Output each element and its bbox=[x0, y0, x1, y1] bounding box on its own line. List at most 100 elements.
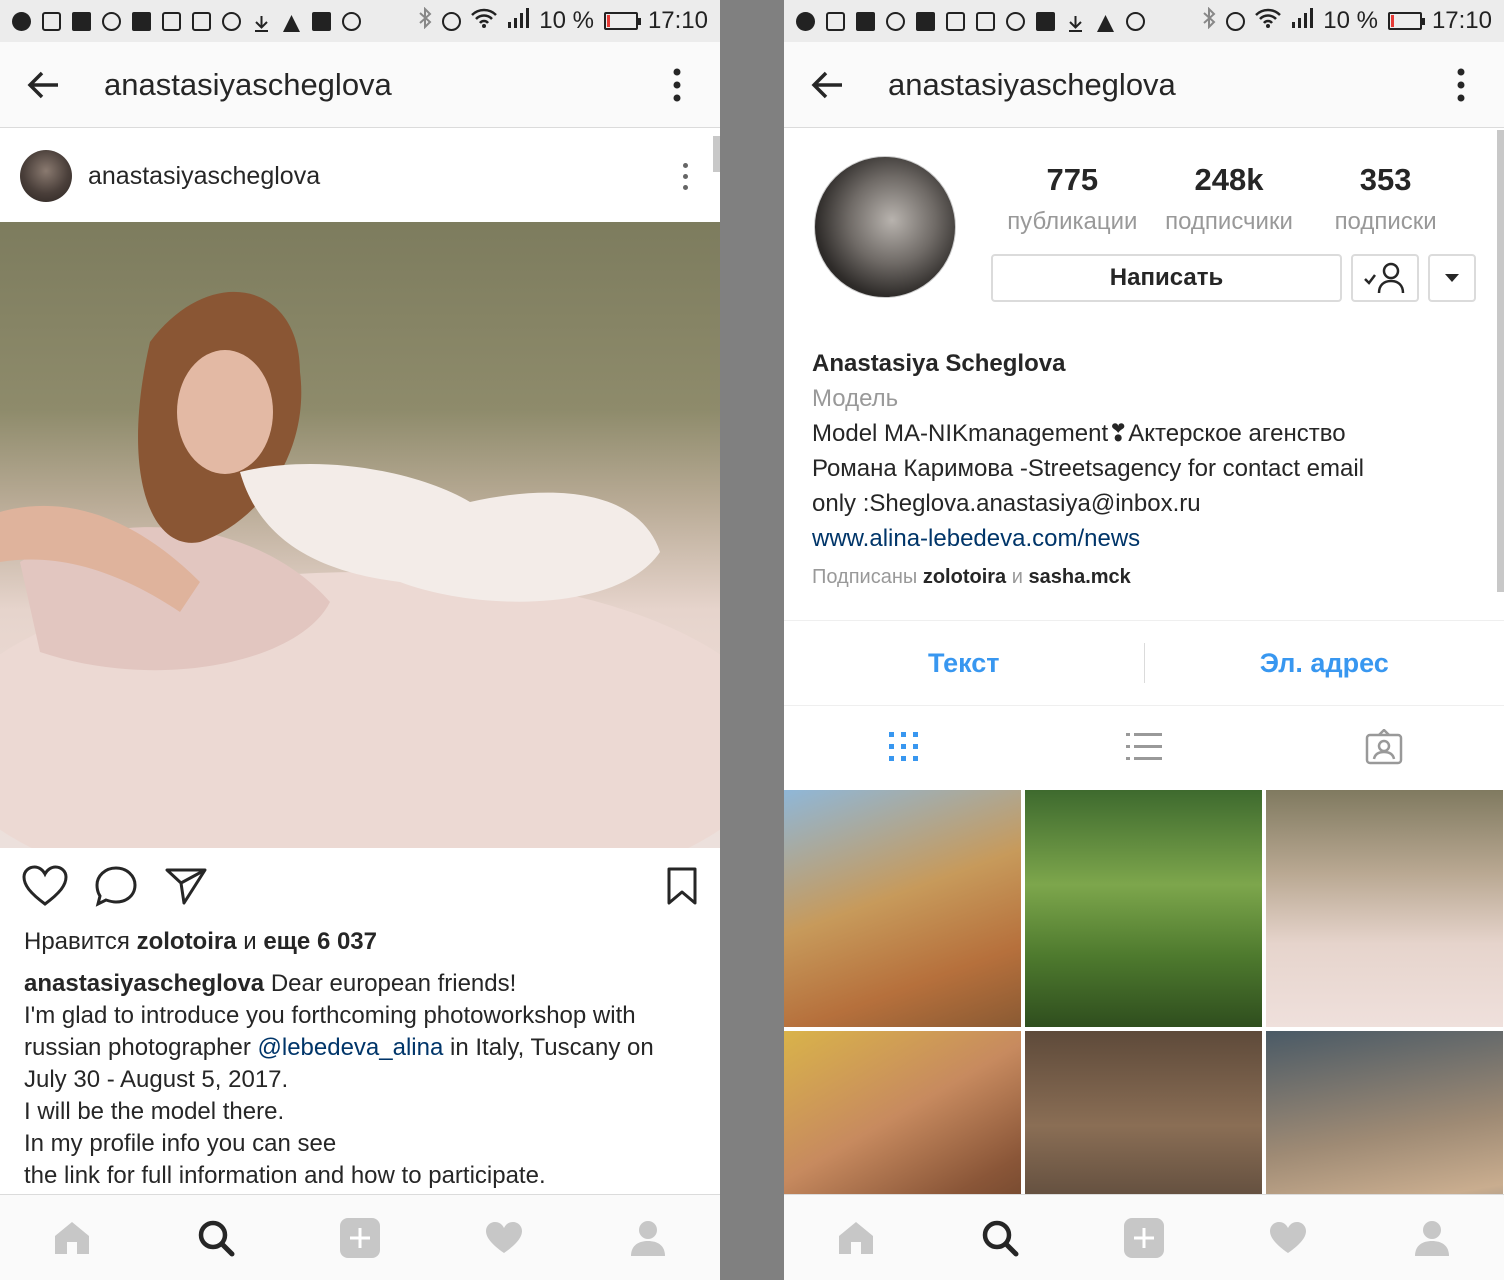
telegram-icon bbox=[796, 11, 815, 31]
contact-email-button[interactable]: Эл. адрес bbox=[1145, 648, 1504, 679]
followed-user[interactable]: sasha.mck bbox=[1028, 566, 1130, 588]
arrow-left-icon bbox=[27, 71, 58, 98]
bio-text: Романа Каримова -Streetsagency for conta… bbox=[812, 455, 1364, 482]
more-options-button[interactable] bbox=[634, 42, 720, 128]
grid-photo[interactable] bbox=[1266, 790, 1503, 1027]
likes-count[interactable]: еще 6 037 bbox=[263, 928, 377, 955]
bio-website-link[interactable]: www.alina-lebedeva.com/news bbox=[812, 521, 1474, 556]
stat-following[interactable]: 353 подписки bbox=[1308, 162, 1464, 236]
liked-by-user[interactable]: zolotoira bbox=[137, 928, 237, 955]
alarm-off-icon bbox=[1006, 11, 1025, 31]
save-button[interactable] bbox=[666, 866, 698, 911]
clock: 17:10 bbox=[647, 7, 708, 34]
tab-search[interactable] bbox=[186, 1208, 246, 1268]
dot bbox=[682, 184, 688, 190]
search-icon bbox=[982, 1220, 1019, 1256]
tab-list-view[interactable] bbox=[1024, 706, 1264, 788]
app-icon bbox=[826, 11, 845, 31]
image-icon bbox=[1036, 11, 1055, 31]
back-button[interactable] bbox=[0, 42, 86, 128]
scrollbar[interactable] bbox=[713, 136, 720, 172]
bookmark-icon bbox=[667, 867, 697, 904]
tab-home[interactable] bbox=[42, 1208, 102, 1268]
whatsapp-icon bbox=[886, 11, 905, 31]
home-icon bbox=[839, 1221, 873, 1254]
profile-actions: Написать bbox=[991, 254, 1476, 302]
plus-square-icon bbox=[340, 1217, 380, 1258]
caption-text: I'm glad to introduce you forthcoming ph… bbox=[24, 1002, 636, 1029]
notification-icons bbox=[796, 11, 1145, 32]
message-icon bbox=[162, 11, 181, 31]
tab-profile[interactable] bbox=[1402, 1208, 1462, 1268]
profile-avatar[interactable] bbox=[814, 156, 956, 298]
scrollbar[interactable] bbox=[1497, 130, 1504, 592]
tagged-icon bbox=[1365, 729, 1403, 765]
battery-icon bbox=[603, 12, 641, 30]
heart-icon bbox=[486, 1221, 522, 1253]
search-icon bbox=[198, 1220, 235, 1256]
tab-search[interactable] bbox=[970, 1208, 1030, 1268]
following-button[interactable] bbox=[1351, 254, 1419, 302]
notification-icons bbox=[12, 11, 361, 32]
likes-summary[interactable]: Нравится zolotoira и еще 6 037 bbox=[24, 928, 377, 956]
suggestions-dropdown-button[interactable] bbox=[1428, 254, 1476, 302]
gmail-icon bbox=[132, 11, 151, 31]
grid-photo[interactable] bbox=[1025, 790, 1262, 1027]
gmail-icon bbox=[916, 11, 935, 31]
message-button[interactable]: Написать bbox=[991, 254, 1342, 302]
like-button[interactable] bbox=[22, 864, 68, 912]
more-vertical-icon bbox=[673, 68, 681, 101]
bottom-tab-bar bbox=[784, 1194, 1504, 1280]
post-photo[interactable] bbox=[0, 222, 720, 848]
tab-new-post[interactable] bbox=[1114, 1208, 1174, 1268]
caption-username[interactable]: anastasiyascheglova bbox=[24, 970, 264, 997]
status-bar: 10 % 17:10 bbox=[0, 0, 720, 42]
post-more-button[interactable] bbox=[670, 162, 700, 190]
person-icon bbox=[631, 1220, 665, 1256]
bio-text: Model MA-NIKmanagement❣Актерское агенств… bbox=[812, 420, 1346, 447]
contact-options: Текст Эл. адрес bbox=[784, 620, 1504, 706]
contact-text-button[interactable]: Текст bbox=[784, 648, 1144, 679]
stat-label: публикации bbox=[1007, 208, 1138, 235]
stat-posts[interactable]: 775 публикации bbox=[994, 162, 1150, 236]
more-vertical-icon bbox=[1457, 68, 1465, 101]
caption-mention[interactable]: @lebedeva_alina bbox=[258, 1034, 444, 1061]
dot bbox=[682, 162, 688, 168]
alarm-icon bbox=[1226, 11, 1246, 31]
battery-percent: 10 % bbox=[1323, 7, 1378, 34]
heart-icon bbox=[22, 864, 68, 906]
signal-icon bbox=[1291, 7, 1314, 35]
share-button[interactable] bbox=[164, 866, 208, 911]
more-notifications-icon bbox=[342, 11, 361, 31]
tab-activity[interactable] bbox=[1258, 1208, 1318, 1268]
list-icon bbox=[1126, 733, 1162, 760]
avatar[interactable] bbox=[20, 150, 72, 202]
tab-profile[interactable] bbox=[618, 1208, 678, 1268]
wifi-icon bbox=[1255, 7, 1282, 35]
alarm-icon bbox=[442, 11, 462, 31]
whatsapp-icon bbox=[102, 11, 121, 31]
grid-photo[interactable] bbox=[784, 790, 1021, 1027]
stat-followers[interactable]: 248k подписчики bbox=[1151, 162, 1307, 236]
followed-user[interactable]: zolotoira bbox=[923, 566, 1006, 588]
tab-grid-view[interactable] bbox=[784, 706, 1024, 788]
stat-label: подписчики bbox=[1165, 208, 1293, 235]
alert-icon bbox=[976, 11, 995, 31]
followed-prefix: Подписаны bbox=[812, 566, 918, 588]
followed-by[interactable]: Подписаны zolotoira и sasha.mck bbox=[812, 560, 1474, 595]
clock: 17:10 bbox=[1431, 7, 1492, 34]
back-button[interactable] bbox=[784, 42, 870, 128]
tab-tagged-view[interactable] bbox=[1264, 706, 1504, 788]
telegram-icon bbox=[12, 11, 31, 31]
post-username[interactable]: anastasiyascheglova bbox=[88, 162, 320, 191]
bottom-tab-bar bbox=[0, 1194, 720, 1280]
tab-new-post[interactable] bbox=[330, 1208, 390, 1268]
caption-text: russian photographer bbox=[24, 1034, 251, 1061]
comment-button[interactable] bbox=[94, 865, 138, 912]
photo-placeholder bbox=[0, 291, 720, 848]
tab-home[interactable] bbox=[826, 1208, 886, 1268]
more-options-button[interactable] bbox=[1418, 42, 1504, 128]
caption-text: Dear european friends! bbox=[270, 970, 517, 997]
bluetooth-icon bbox=[1202, 6, 1216, 36]
tab-activity[interactable] bbox=[474, 1208, 534, 1268]
